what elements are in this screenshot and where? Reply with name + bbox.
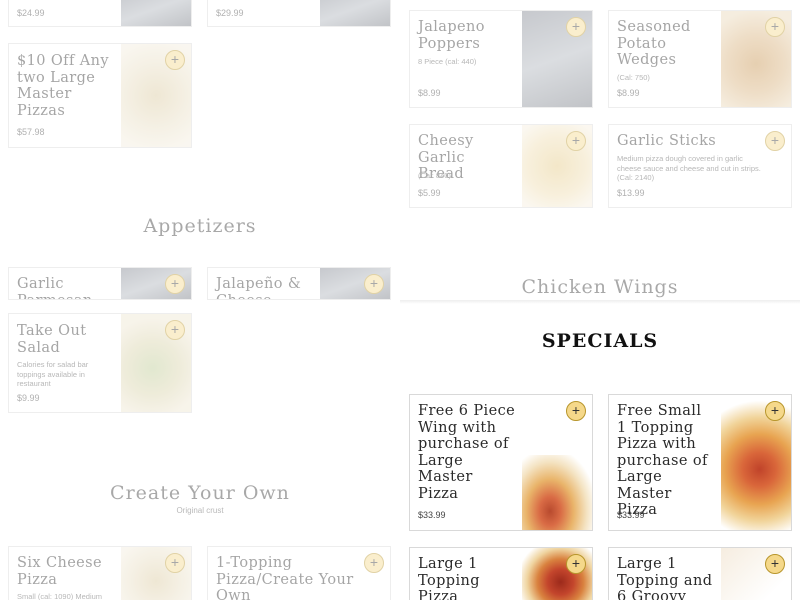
- item-title: Take Out Salad: [17, 323, 87, 356]
- item-description: (Cal: 840): [418, 171, 451, 180]
- menu-item-card[interactable]: $24.99: [8, 0, 192, 27]
- menu-item-card[interactable]: Take Out Salad Calories for salad bar to…: [8, 313, 192, 413]
- menu-item-card[interactable]: 1-Topping Pizza/Create Your Own +: [207, 546, 391, 600]
- item-title: Jalapeno Poppers: [418, 19, 485, 52]
- item-photo: [121, 0, 191, 26]
- add-to-order-button[interactable]: +: [566, 131, 586, 151]
- item-description: Calories for salad bar toppings availabl…: [17, 360, 89, 388]
- item-description: Medium pizza dough covered in garlic che…: [617, 154, 761, 182]
- item-title: $10 Off Any two Large Master Pizzas: [17, 53, 109, 119]
- item-price: $33.99: [418, 510, 446, 520]
- item-title: Large 1 Topping and 6 Groovy: [617, 556, 713, 600]
- item-price: $33.99: [617, 510, 645, 520]
- section-heading-specials: SPECIALS: [541, 330, 659, 352]
- menu-item-card[interactable]: Six Cheese Pizza Small (cal: 1090) Mediu…: [8, 546, 192, 600]
- item-price: $9.99: [17, 393, 40, 403]
- menu-item-card[interactable]: Seasoned Potato Wedges (Cal: 750) $8.99 …: [608, 10, 792, 108]
- item-title: Free Small 1 Topping Pizza with purchase…: [617, 403, 708, 518]
- section-heading-chicken-wings: Chicken Wings: [521, 276, 679, 298]
- item-title: Seasoned Potato Wedges: [617, 19, 691, 68]
- add-to-order-button[interactable]: +: [165, 320, 185, 340]
- add-to-order-button[interactable]: +: [765, 554, 785, 574]
- item-photo: [522, 455, 592, 530]
- item-price: $5.99: [418, 188, 441, 198]
- add-to-order-button[interactable]: +: [566, 17, 586, 37]
- section-divider: [400, 300, 800, 304]
- menu-item-card[interactable]: $29.99: [207, 0, 391, 27]
- item-title: Large 1 Topping Pizza $20.99: [418, 556, 480, 600]
- item-price: $13.99: [617, 188, 645, 198]
- item-title: Garlic Parmesan: [17, 276, 92, 299]
- section-heading-create-your-own: Create Your Own: [110, 482, 290, 504]
- add-to-order-button[interactable]: +: [165, 274, 185, 294]
- menu-item-card[interactable]: Cheesy Garlic Bread (Cal: 840) $5.99 +: [409, 124, 593, 208]
- add-to-order-button[interactable]: +: [165, 50, 185, 70]
- item-description: (Cal: 750): [617, 73, 650, 82]
- menu-column-left: $24.99 $29.99 $10 Off Any two Large Mast…: [0, 0, 400, 600]
- add-to-order-button[interactable]: +: [566, 401, 586, 421]
- item-price: $24.99: [17, 8, 45, 18]
- add-to-order-button[interactable]: +: [765, 401, 785, 421]
- item-description: 8 Piece (cal: 440): [418, 57, 477, 66]
- add-to-order-button[interactable]: +: [364, 274, 384, 294]
- item-price: $8.99: [418, 88, 441, 98]
- item-price: $8.99: [617, 88, 640, 98]
- item-title: Free 6 Piece Wing with purchase of Large…: [418, 403, 516, 502]
- item-title: 1-Topping Pizza/Create Your Own: [216, 555, 354, 600]
- item-description: Small (cal: 1090) Medium: [17, 592, 103, 600]
- menu-item-card[interactable]: Free Small 1 Topping Pizza with purchase…: [608, 394, 792, 531]
- section-subheading: Original crust: [176, 506, 224, 515]
- add-to-order-button[interactable]: +: [364, 553, 384, 573]
- add-to-order-button[interactable]: +: [165, 553, 185, 573]
- menu-item-card[interactable]: Garlic Sticks Medium pizza dough covered…: [608, 124, 792, 208]
- item-photo: [320, 0, 390, 26]
- menu-item-card[interactable]: $10 Off Any two Large Master Pizzas $57.…: [8, 43, 192, 148]
- menu-item-card[interactable]: Garlic Parmesan +: [8, 267, 192, 300]
- add-to-order-button[interactable]: +: [765, 17, 785, 37]
- add-to-order-button[interactable]: +: [765, 131, 785, 151]
- item-title: Garlic Sticks: [617, 133, 717, 149]
- menu-item-card[interactable]: Jalapeño & Cheese +: [207, 267, 391, 300]
- menu-item-card[interactable]: Large 1 Topping Pizza $20.99 +: [409, 547, 593, 600]
- section-heading-appetizers: Appetizers: [143, 215, 257, 237]
- menu-item-card[interactable]: Jalapeno Poppers 8 Piece (cal: 440) $8.9…: [409, 10, 593, 108]
- menu-item-card[interactable]: Free 6 Piece Wing with purchase of Large…: [409, 394, 593, 531]
- add-to-order-button[interactable]: +: [566, 554, 586, 574]
- item-price: $57.98: [17, 127, 45, 137]
- item-title: Jalapeño & Cheese: [216, 276, 302, 299]
- menu-item-card[interactable]: Large 1 Topping and 6 Groovy +: [608, 547, 792, 600]
- item-price: $29.99: [216, 8, 244, 18]
- item-title: Six Cheese Pizza: [17, 555, 102, 588]
